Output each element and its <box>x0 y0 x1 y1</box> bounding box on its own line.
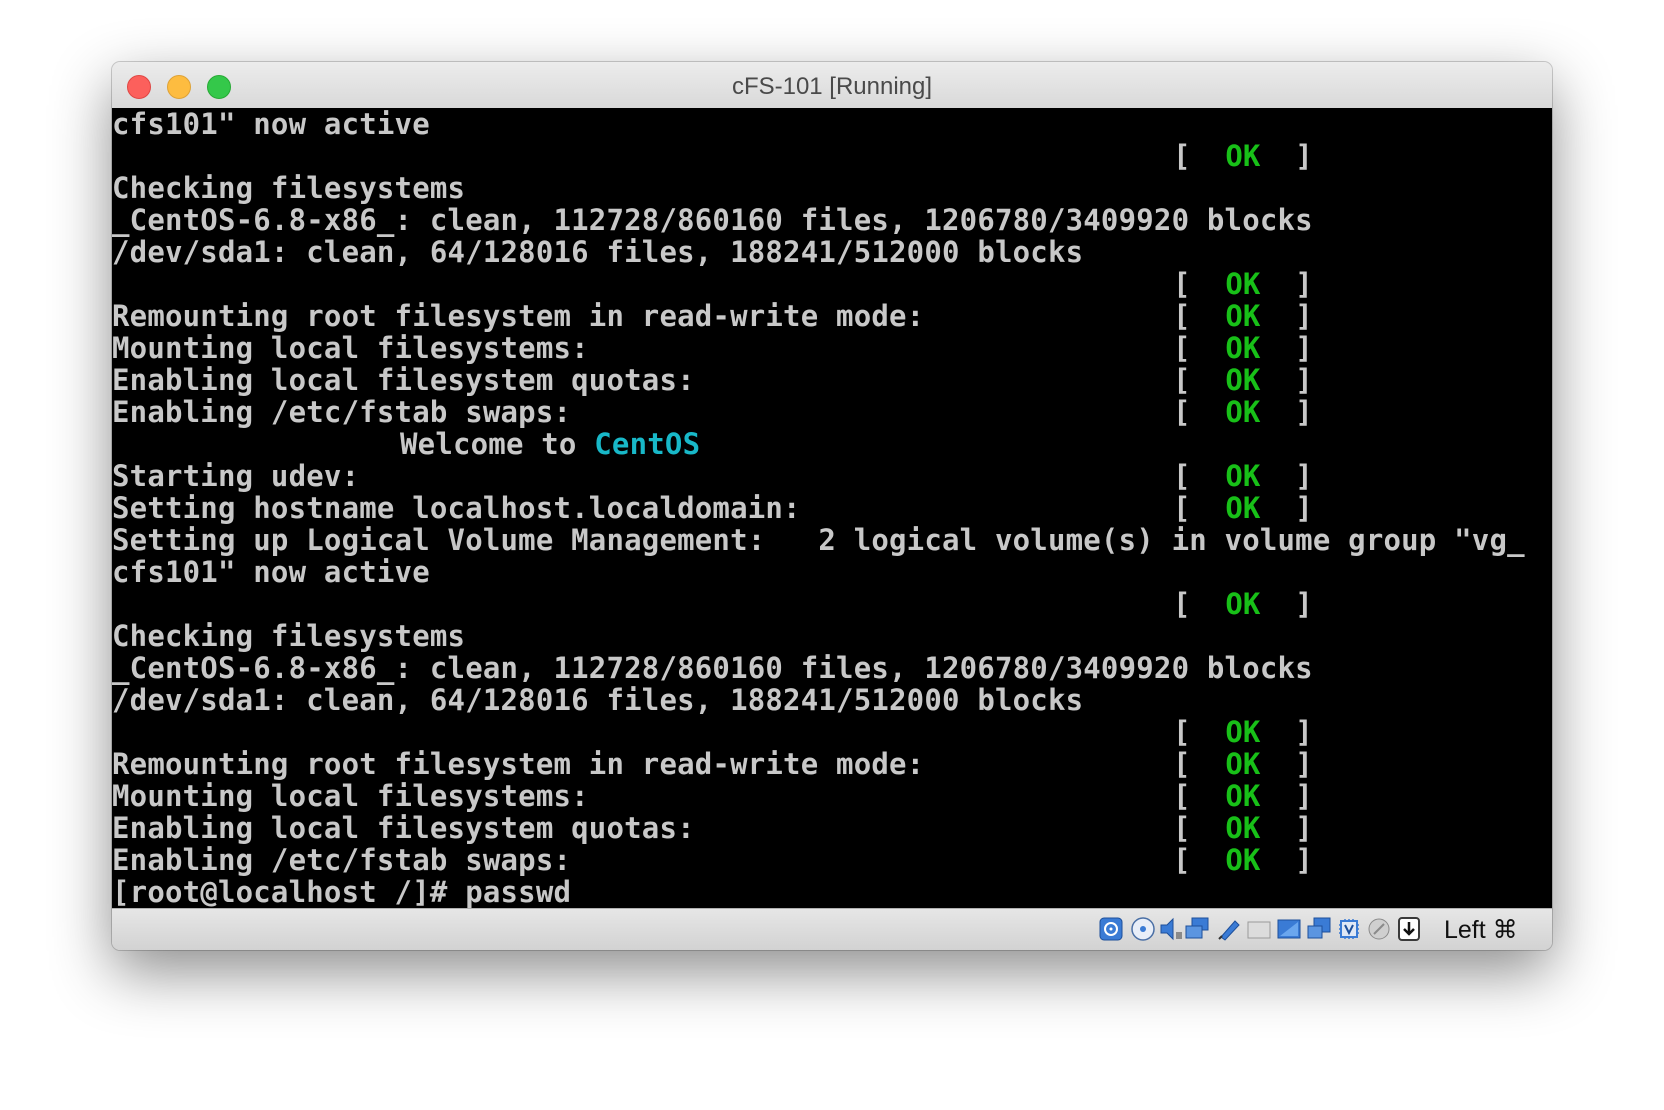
ok-status: [ OK ] <box>1173 139 1313 173</box>
virtualbox-window: cFS-101 [Running] cfs101" now active [ O… <box>112 62 1552 950</box>
console-line: Enabling local filesystem quotas: <box>112 811 695 845</box>
video-capture-icon[interactable] <box>1306 916 1332 942</box>
usb-icon[interactable] <box>1216 916 1242 942</box>
ok-status: [ OK ] <box>1173 395 1313 429</box>
ok-status: [ OK ] <box>1173 363 1313 397</box>
shared-folders-icon[interactable] <box>1246 916 1272 942</box>
title-bar[interactable]: cFS-101 [Running] <box>112 62 1552 109</box>
keyboard-capture-icon[interactable] <box>1396 916 1422 942</box>
console-line: Remounting root filesystem in read-write… <box>112 299 925 333</box>
shell-prompt: [root@localhost /]# passwd <box>112 875 572 908</box>
ok-status: [ OK ] <box>1173 747 1313 781</box>
console-line: _CentOS-6.8-x86_: clean, 112728/860160 f… <box>112 203 1313 237</box>
console-line: Enabling /etc/fstab swaps: <box>112 395 572 429</box>
ok-status: [ OK ] <box>1173 267 1313 301</box>
console-line: cfs101" now active <box>112 555 430 589</box>
hard-disk-icon[interactable] <box>1098 916 1124 942</box>
ok-status: [ OK ] <box>1173 491 1313 525</box>
console-line: Remounting root filesystem in read-write… <box>112 747 925 781</box>
host-key-label: Left ⌘ <box>1444 916 1518 944</box>
console-line: Checking filesystems <box>112 619 466 653</box>
ok-status: [ OK ] <box>1173 587 1313 621</box>
console-line: /dev/sda1: clean, 64/128016 files, 18824… <box>112 683 1084 717</box>
console-line: /dev/sda1: clean, 64/128016 files, 18824… <box>112 235 1084 269</box>
display-icon[interactable] <box>1276 916 1302 942</box>
console-line: Enabling local filesystem quotas: <box>112 363 695 397</box>
console-line: Setting up Logical Volume Management: 2 … <box>112 523 1525 557</box>
optical-disk-icon[interactable] <box>1130 916 1156 942</box>
ok-status: [ OK ] <box>1173 331 1313 365</box>
ok-status: [ OK ] <box>1173 779 1313 813</box>
vm-status-bar: Left ⌘ <box>112 908 1552 950</box>
cpu-icon[interactable] <box>1336 916 1362 942</box>
ok-status: [ OK ] <box>1173 843 1313 877</box>
console-line: Checking filesystems <box>112 171 466 205</box>
mouse-integration-icon[interactable] <box>1366 916 1392 942</box>
ok-status: [ OK ] <box>1173 459 1313 493</box>
console-line: Mounting local filesystems: <box>112 779 589 813</box>
ok-status: [ OK ] <box>1173 715 1313 749</box>
ok-status: [ OK ] <box>1173 811 1313 845</box>
console-line: Setting hostname localhost.localdomain: <box>112 491 801 525</box>
window-title: cFS-101 [Running] <box>731 73 933 100</box>
network-icon[interactable] <box>1184 916 1210 942</box>
console-line: Starting udev: <box>112 459 360 493</box>
ok-status: [ OK ] <box>1173 299 1313 333</box>
audio-icon[interactable] <box>1158 916 1184 942</box>
centos-brand: CentOS <box>594 427 701 461</box>
console-line: cfs101" now active <box>112 108 430 141</box>
console-line: Mounting local filesystems: <box>112 331 589 365</box>
console-line: Enabling /etc/fstab swaps: <box>112 843 572 877</box>
vm-console-screen[interactable]: cfs101" now active [ OK ] Checking files… <box>112 108 1552 908</box>
console-line: _CentOS-6.8-x86_: clean, 112728/860160 f… <box>112 651 1313 685</box>
welcome-banner: Welcome to CentOS <box>400 427 701 461</box>
